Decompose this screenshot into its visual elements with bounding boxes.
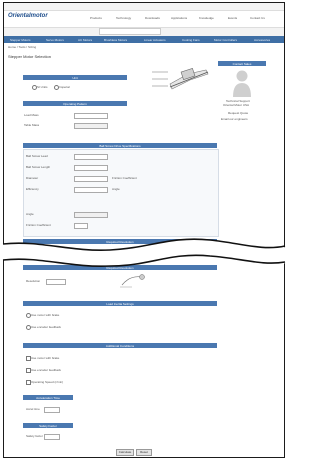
page-title: Stepper Motor Selection — [8, 54, 51, 59]
resolution-diagram — [118, 271, 148, 289]
avatar — [232, 69, 252, 97]
ballscrew-diagram — [148, 64, 212, 94]
field-label: Friction Coefficient — [26, 223, 51, 227]
field-label: Ball Screw Length — [26, 165, 51, 169]
option-label: Use encoder feedback — [31, 325, 62, 329]
unit-option-label: Imperial — [59, 85, 70, 89]
angle-select[interactable] — [74, 212, 108, 218]
field-label: Accel time — [26, 407, 40, 411]
page-sheet: Orientalmotor Products Technology Downlo… — [3, 2, 285, 458]
contact-header: Contact Sales — [218, 61, 266, 66]
section-header-conditions: Additional Conditions — [23, 343, 217, 348]
section-header-resolution: Required Resolution — [23, 265, 217, 270]
section-header-load-inertia: Load Inertia Settings — [23, 301, 217, 306]
site-logo[interactable]: Orientalmotor — [8, 13, 48, 19]
section-header-ballscrew: Ball Screw Drive Specifications — [23, 143, 217, 148]
search-input[interactable] — [99, 28, 161, 35]
nav-item[interactable]: Technology — [116, 16, 131, 20]
section-header-operating: Operating Pattern — [23, 101, 127, 106]
diameter-input[interactable] — [74, 176, 108, 182]
section-header-unit: Unit — [23, 75, 127, 80]
tab-item[interactable]: Motor Controllers — [214, 38, 237, 42]
person-icon — [233, 70, 251, 97]
unit-option-label: SI Units — [37, 85, 48, 89]
option-label: Use encoder feedback — [31, 368, 62, 372]
field-label: Table Mass — [24, 123, 40, 127]
load-mass-input[interactable] — [74, 113, 108, 119]
tab-item[interactable]: Accessories — [254, 38, 270, 42]
field-label: Resolution — [26, 279, 41, 283]
nav-item[interactable]: Knowledge — [199, 16, 214, 20]
section-header-torque: Required Resolution — [23, 239, 217, 244]
field-hint: Angle — [112, 187, 120, 191]
tab-item[interactable]: Brushless Motors — [104, 38, 127, 42]
section-header-acceleration: Acceleration Time — [23, 395, 73, 400]
tab-item[interactable]: Linear Actuators — [144, 38, 166, 42]
tab-item[interactable]: Cooling Fans — [182, 38, 200, 42]
lead-input[interactable] — [74, 154, 108, 160]
field-hint: Friction Coefficient — [112, 176, 137, 180]
friction-input[interactable] — [74, 223, 88, 229]
nav-item[interactable]: Downloads — [145, 16, 160, 20]
reset-button[interactable]: Reset — [136, 449, 152, 456]
field-label: Angle — [26, 212, 34, 216]
contact-line[interactable]: Request Quote — [228, 112, 248, 115]
resolution-input[interactable] — [46, 279, 66, 285]
table-mass-select[interactable] — [74, 123, 108, 129]
utility-bar — [4, 3, 284, 11]
field-label: Load Mass — [24, 113, 39, 117]
option-label: Use motor with brake — [31, 356, 60, 360]
field-label: Ball Screw Lead — [26, 154, 48, 158]
nav-item[interactable]: Products — [90, 16, 102, 20]
ballscrew-panel — [23, 149, 219, 237]
breadcrumb: Home / Tools / Sizing — [8, 45, 37, 49]
efficiency-input[interactable] — [74, 187, 108, 193]
field-label: Safety factor — [26, 434, 43, 438]
contact-line: Oriental Motor USA — [223, 103, 250, 107]
tab-item[interactable]: Servo Motors — [46, 38, 64, 42]
section-header-safety: Safety Factor — [23, 423, 73, 428]
length-input[interactable] — [74, 165, 108, 171]
option-label: Operating Speed (r/min) — [31, 380, 64, 384]
field-label: Diameter — [26, 176, 39, 180]
nav-item[interactable]: Contact Us — [250, 16, 265, 20]
field-label: Efficiency — [26, 187, 39, 191]
tab-item[interactable]: AC Motors — [78, 38, 92, 42]
contact-link[interactable]: Email our engineers — [221, 118, 248, 121]
safety-input[interactable] — [44, 434, 60, 440]
tab-item[interactable]: Stepper Motors — [10, 38, 31, 42]
nav-item[interactable]: Applications — [171, 16, 187, 20]
calculate-button[interactable]: Calculate — [116, 449, 134, 456]
accel-input[interactable] — [44, 407, 60, 413]
option-label: Use motor with brake — [31, 313, 60, 317]
nav-item[interactable]: Events — [228, 16, 237, 20]
